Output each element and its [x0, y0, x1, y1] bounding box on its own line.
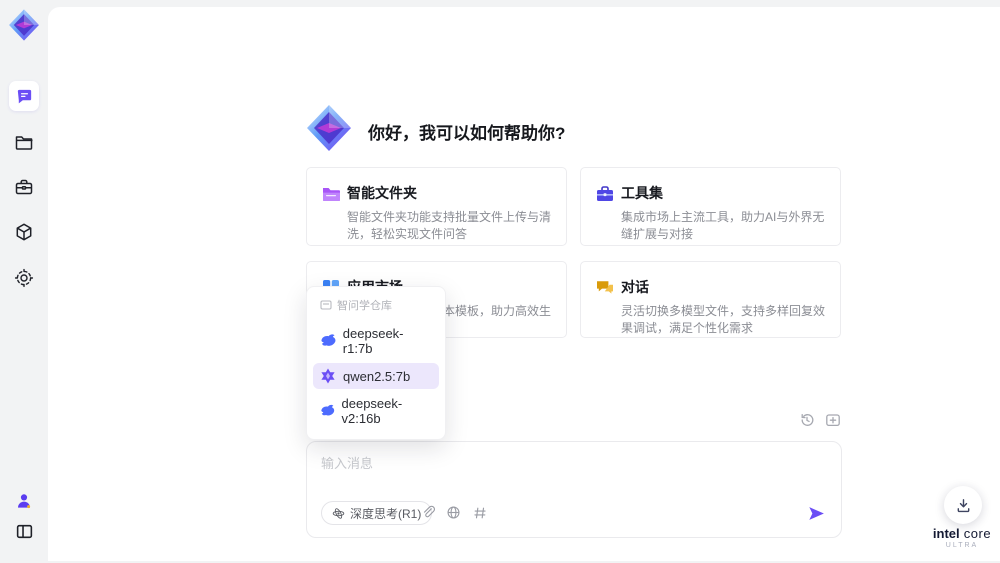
model-repo-label: 智问学仓库 [337, 300, 392, 312]
sidebar-item-models[interactable] [9, 217, 39, 247]
dialog-icon [597, 281, 613, 294]
send-icon [808, 506, 824, 520]
panel-toggle-icon [16, 524, 32, 538]
deep-think-label: 深度思考(R1) [350, 506, 422, 521]
model-option-label: deepseek-r1:7b [342, 326, 404, 356]
chat-row-actions [798, 411, 842, 429]
history-icon[interactable] [798, 411, 816, 429]
card-description: 智能文件夹功能支持批量文件上传与清洗，轻松实现文件问答 [347, 210, 552, 241]
model-repo-header: 智问学仓库 [313, 295, 439, 319]
folder-icon [15, 136, 33, 150]
repo-icon [320, 300, 332, 310]
model-option-label: deepseek-v2:16b [341, 396, 403, 426]
download-icon [957, 498, 969, 512]
ultra-logo-text: ULTRA [945, 542, 979, 549]
toolbox-icon [15, 179, 33, 195]
card-dialog[interactable]: 对话 灵活切换多模型文件，支持多样回复效果调试，满足个性化需求 [580, 261, 841, 338]
model-option-deepseek-v2[interactable]: deepseek-v2:16b [313, 391, 439, 431]
model-option-label: qwen2.5:7b [343, 368, 411, 384]
app-logo [9, 9, 39, 41]
message-composer: 深度思考(R1) [306, 441, 842, 538]
globe-icon[interactable] [445, 504, 462, 521]
core-logo-text: core [963, 526, 992, 541]
model-option-qwen[interactable]: qwen2.5:7b [313, 363, 439, 389]
main-content: 你好，我可以如何帮助你? 智能文件夹 智能文件夹功能支持批量文件上传与清洗，轻松… [48, 7, 1000, 561]
model-dropdown: 智问学仓库 deepseek-r1:7b qwen2.5:7b deepseek… [306, 286, 446, 440]
settings-icon [14, 268, 34, 288]
paperclip-icon[interactable] [419, 504, 436, 521]
model-option-deepseek-r1[interactable]: deepseek-r1:7b [313, 321, 439, 361]
message-input[interactable] [321, 453, 821, 493]
card-description: 集成市场上主流工具，助力AI与外界无缝扩展与对接 [621, 210, 825, 241]
cube-icon [16, 223, 32, 241]
sidebar [0, 0, 48, 563]
deep-think-toggle[interactable]: 深度思考(R1) [321, 501, 433, 525]
card-toolset[interactable]: 工具集 集成市场上主流工具，助力AI与外界无缝扩展与对接 [580, 167, 841, 246]
send-button[interactable] [805, 502, 827, 524]
composer-tools [419, 504, 488, 521]
deepseek-icon [321, 404, 335, 416]
hash-icon[interactable] [471, 504, 488, 521]
sidebar-item-account[interactable] [9, 486, 39, 516]
qwen-icon [321, 368, 335, 384]
greeting-title: 你好，我可以如何帮助你? [368, 124, 566, 143]
card-title: 智能文件夹 [347, 185, 417, 201]
sidebar-item-settings[interactable] [9, 263, 39, 293]
sidebar-item-chat[interactable] [9, 81, 39, 111]
toolset-icon [597, 186, 613, 201]
intel-logo-text: intel [932, 526, 960, 541]
card-description: 灵活切换多模型文件，支持多样回复效果调试，满足个性化需求 [621, 304, 826, 335]
smart-folder-icon [323, 188, 340, 201]
app-window: 你好，我可以如何帮助你? 智能文件夹 智能文件夹功能支持批量文件上传与清洗，轻松… [0, 0, 1000, 563]
deep-think-icon [332, 507, 345, 519]
sidebar-item-toolbox[interactable] [9, 172, 39, 202]
chat-icon [17, 89, 31, 103]
app-logo-large [307, 105, 351, 151]
new-chat-icon[interactable] [824, 411, 842, 429]
download-fab[interactable] [944, 486, 982, 524]
card-title: 工具集 [621, 185, 663, 201]
card-title: 对话 [621, 279, 649, 295]
sidebar-item-files[interactable] [9, 127, 39, 157]
intel-core-badge: intel core ULTRA [926, 526, 998, 549]
sidebar-item-collapse[interactable] [9, 516, 39, 546]
deepseek-icon [321, 334, 336, 346]
card-smart-folder[interactable]: 智能文件夹 智能文件夹功能支持批量文件上传与清洗，轻松实现文件问答 [306, 167, 567, 246]
user-icon [18, 494, 31, 509]
